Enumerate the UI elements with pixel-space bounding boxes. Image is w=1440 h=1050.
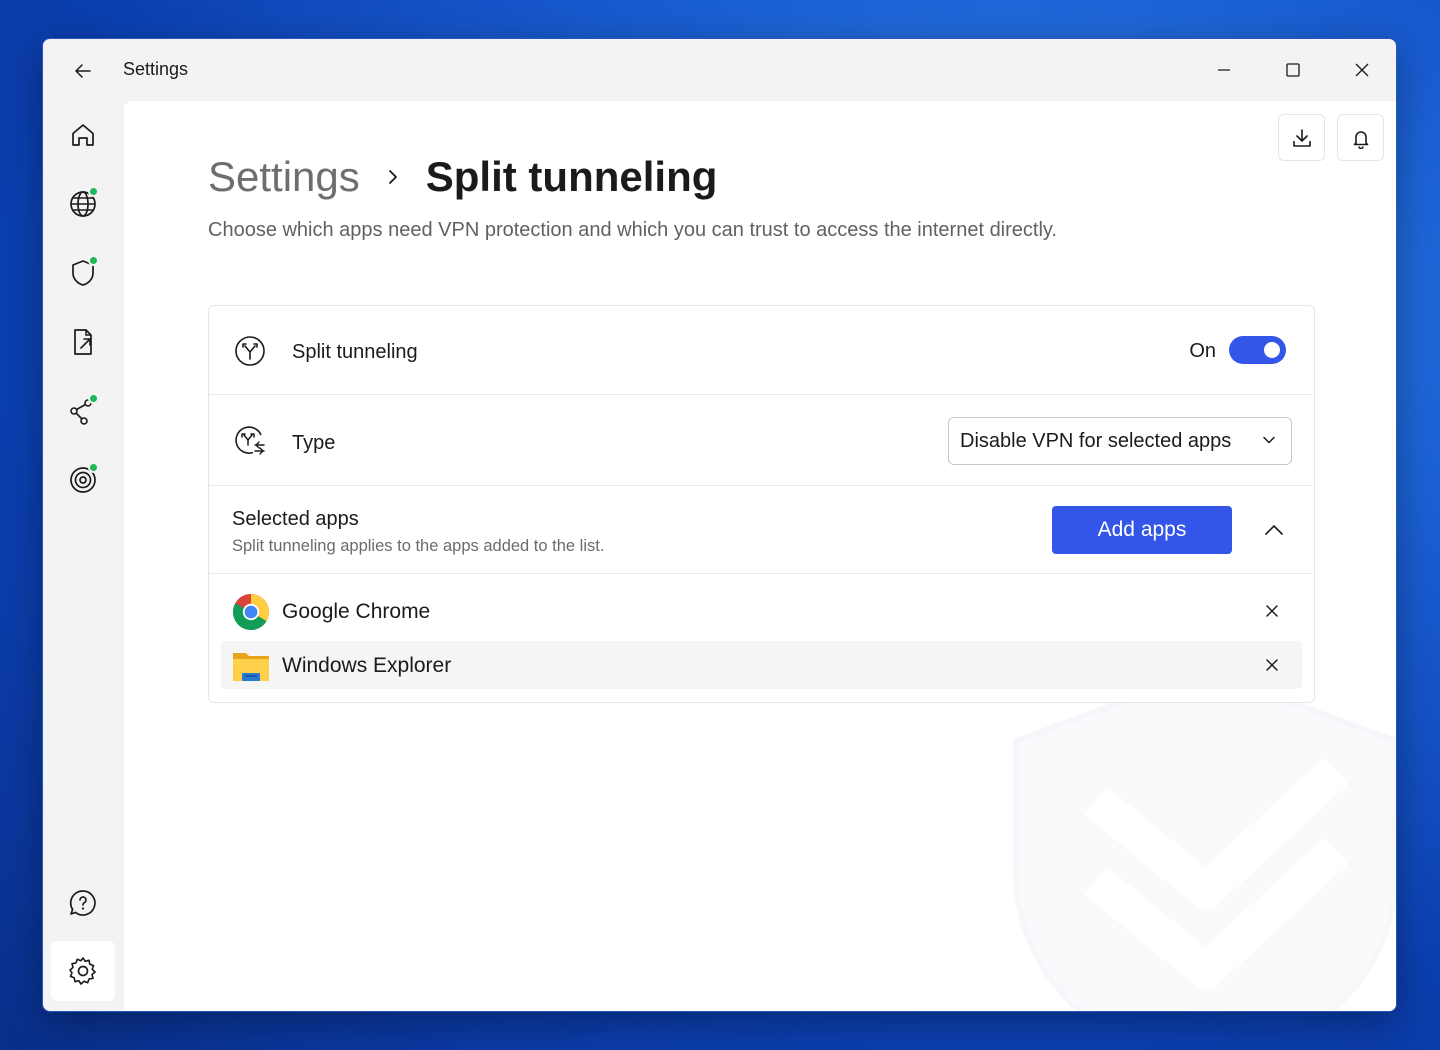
split-tunneling-row: Split tunneling On [209,306,1314,395]
type-label: Type [292,432,336,454]
status-dot [88,393,99,404]
chevron-right-icon [386,167,400,187]
breadcrumb-settings[interactable]: Settings [208,153,360,201]
window-title: Settings [123,59,189,79]
sidebar-item-settings[interactable] [51,941,115,1001]
bell-icon [1353,130,1368,149]
sidebar-item-file-share[interactable] [51,312,115,372]
selected-apps-header: Selected apps Split tunneling applies to… [209,486,1314,574]
shield-watermark [1013,667,1396,1011]
sidebar-item-meshnet[interactable] [51,381,115,441]
app-name: Google Chrome [282,600,431,623]
breadcrumb: Settings Split tunneling [208,153,717,201]
home-icon [72,124,94,146]
type-row: Type Disable VPN for selected apps [209,395,1314,486]
sidebar-item-home[interactable] [51,105,115,165]
toggle-state-text: On [1189,340,1216,362]
split-icon [233,334,267,368]
sidebar-item-help[interactable] [51,873,115,933]
minimize-icon [1217,69,1230,71]
sidebar-item-protection[interactable] [51,243,115,303]
download-icon [1292,128,1311,147]
folder-icon [233,653,269,681]
main-content: Settings Split tunneling Choose which ap… [124,101,1396,1011]
close-button[interactable] [1327,39,1396,101]
split-tunneling-toggle[interactable] [1229,336,1286,364]
type-dropdown-value: Disable VPN for selected apps [960,430,1232,452]
selected-apps-title: Selected apps [232,508,359,530]
download-button[interactable] [1278,114,1325,161]
gear-icon [69,957,96,985]
maximize-icon [1285,63,1300,77]
top-actions [1278,114,1384,161]
close-icon [1266,659,1278,671]
type-dropdown[interactable]: Disable VPN for selected apps [948,417,1292,465]
split-type-icon [233,423,267,457]
page-title: Split tunneling [425,153,718,200]
help-icon [69,890,96,916]
status-dot [88,186,99,197]
status-dot [88,255,99,266]
window-controls [1189,39,1396,101]
status-dot [88,462,99,473]
chrome-icon [233,594,269,631]
close-icon [1266,605,1278,617]
split-tunneling-label: Split tunneling [292,341,418,363]
app-window: Settings Settings Split tunneling Choose… [42,38,1397,1012]
chevron-up-icon [1265,525,1283,535]
app-list-item[interactable]: Google Chrome [221,587,1302,635]
title-bar: Settings [43,39,1396,101]
maximize-button[interactable] [1258,39,1327,101]
chevron-down-icon [1263,436,1275,444]
split-tunneling-card: Split tunneling On Type Disable VPN for … [208,305,1315,703]
sidebar [43,101,123,1011]
toggle-knob [1264,342,1280,358]
app-name: Windows Explorer [282,654,452,677]
collapse-button[interactable] [1256,512,1292,548]
close-icon [1355,63,1368,77]
back-button[interactable] [67,55,99,87]
app-list-item[interactable]: Windows Explorer [221,641,1302,689]
file-share-icon [74,329,92,355]
page-subtitle: Choose which apps need VPN protection an… [208,219,1057,241]
sidebar-item-threat-protection[interactable] [51,450,115,510]
remove-app-button[interactable] [1258,651,1286,679]
arrow-left-icon [75,64,91,78]
add-apps-button[interactable]: Add apps [1052,506,1232,554]
selected-apps-description: Split tunneling applies to the apps adde… [232,537,605,555]
minimize-button[interactable] [1189,39,1258,101]
notifications-button[interactable] [1337,114,1384,161]
remove-app-button[interactable] [1258,597,1286,625]
sidebar-item-locations[interactable] [51,174,115,234]
